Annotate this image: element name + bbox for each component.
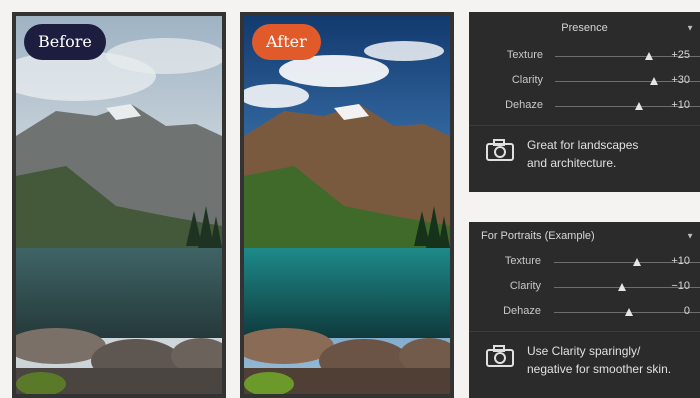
tip-line-1: Great for landscapes: [527, 138, 639, 152]
dehaze-label: Dehaze: [505, 99, 543, 111]
presence-panel-title: Presence: [561, 22, 608, 34]
tip-text: Great for landscapes and architecture.: [527, 136, 697, 172]
landscape-tip: Great for landscapes and architecture.: [469, 126, 700, 186]
before-landscape-image: [16, 16, 222, 394]
presence-panel: Presence ▼ Texture +25 Clarity +30 Dehaz…: [469, 12, 700, 192]
clarity-thumb[interactable]: [617, 283, 626, 291]
tip-text: Use Clarity sparingly/ negative for smoo…: [527, 342, 697, 378]
clarity-value: −10: [671, 280, 690, 292]
clarity-slider[interactable]: Clarity −10: [469, 275, 700, 300]
portrait-panel-title: For Portraits (Example): [481, 230, 595, 242]
dehaze-value: 0: [683, 305, 690, 317]
before-label: Before: [24, 24, 106, 60]
dehaze-slider[interactable]: Dehaze +10: [469, 94, 700, 119]
portrait-tip: Use Clarity sparingly/ negative for smoo…: [469, 332, 700, 392]
clarity-label: Clarity: [509, 280, 541, 292]
collapse-caret-icon[interactable]: ▼: [686, 232, 694, 241]
clarity-label: Clarity: [511, 74, 543, 86]
clarity-value: +30: [671, 74, 690, 86]
dehaze-slider[interactable]: Dehaze 0: [469, 300, 700, 325]
camera-icon: [486, 139, 514, 161]
portrait-panel-header[interactable]: For Portraits (Example) ▼: [469, 222, 700, 250]
after-photo: After: [240, 12, 454, 398]
before-photo: Before: [12, 12, 226, 398]
texture-value: +10: [671, 255, 690, 267]
dehaze-track[interactable]: [554, 308, 700, 316]
after-label: After: [252, 24, 321, 60]
texture-thumb[interactable]: [645, 52, 654, 60]
texture-slider[interactable]: Texture +25: [469, 44, 700, 69]
texture-slider[interactable]: Texture +10: [469, 250, 700, 275]
texture-label: Texture: [506, 49, 543, 61]
dehaze-thumb[interactable]: [625, 308, 633, 316]
portrait-panel: For Portraits (Example) ▼ Texture +10 Cl…: [469, 222, 700, 398]
texture-thumb[interactable]: [632, 258, 641, 266]
dehaze-label: Dehaze: [503, 305, 541, 317]
after-landscape-image: [244, 16, 450, 394]
clarity-thumb[interactable]: [649, 77, 658, 85]
tip-line-2: negative for smoother skin.: [527, 362, 672, 376]
dehaze-thumb[interactable]: [634, 102, 643, 110]
texture-value: +25: [671, 49, 690, 61]
dehaze-value: +10: [671, 99, 690, 111]
camera-icon: [486, 345, 514, 367]
texture-label: Texture: [504, 255, 541, 267]
tip-line-1: Use Clarity sparingly/: [527, 344, 641, 358]
tip-line-2: and architecture.: [527, 156, 617, 170]
collapse-caret-icon[interactable]: ▼: [686, 24, 694, 33]
presence-panel-header[interactable]: Presence ▼: [469, 12, 700, 44]
clarity-slider[interactable]: Clarity +30: [469, 69, 700, 94]
